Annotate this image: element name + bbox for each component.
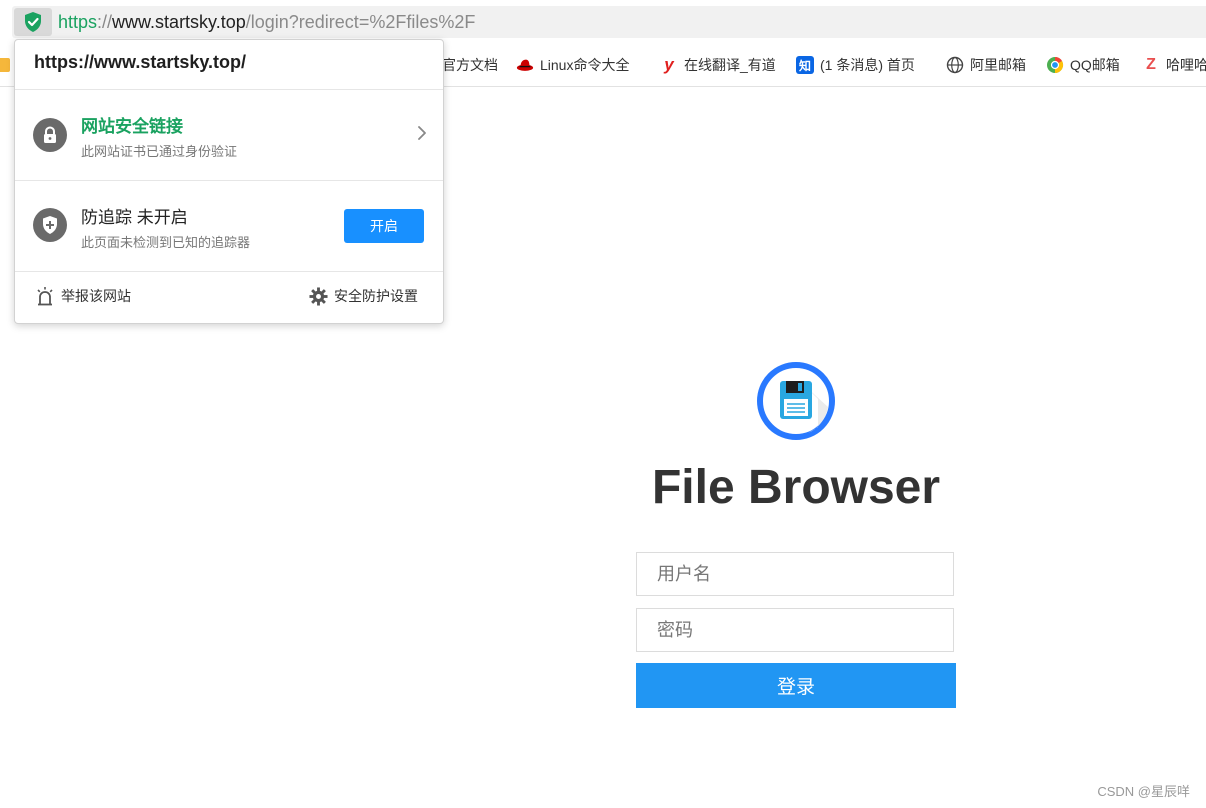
bookmark-label: 官方文档 (442, 57, 498, 73)
file-browser-logo (756, 361, 836, 441)
chevron-right-icon (418, 126, 426, 140)
alarm-icon (37, 287, 53, 306)
bookmark-label: QQ邮箱 (1070, 57, 1120, 73)
gear-icon (309, 286, 328, 306)
bookmark-item[interactable]: y 在线翻译_有道 (660, 54, 776, 76)
tracking-title: 防追踪 未开启 (81, 208, 188, 227)
bookmark-item[interactable]: 官方文档 (442, 54, 498, 76)
url-path: /login?redirect=%2Ffiles%2F (245, 12, 476, 32)
url-text[interactable]: https://www.startsky.top/login?redirect=… (58, 10, 475, 34)
folder-icon[interactable] (0, 58, 10, 72)
report-site-label: 举报该网站 (61, 288, 131, 304)
bookmark-label: 在线翻译_有道 (684, 57, 776, 73)
url-field[interactable]: https://www.startsky.top/login?redirect=… (12, 6, 1206, 38)
app-title: File Browser (651, 461, 941, 514)
shield-check-icon (25, 12, 41, 32)
site-info-popup: https://www.startsky.top/ 网站安全链接 此网站证书已通… (14, 39, 444, 324)
lock-icon (33, 118, 67, 152)
enable-tracking-protection-button[interactable]: 开启 (344, 209, 424, 243)
globe-icon (946, 56, 964, 74)
bookmark-item[interactable]: QQ邮箱 (1046, 54, 1120, 76)
popup-site-url: https://www.startsky.top/ (34, 52, 247, 72)
security-settings-link[interactable]: 安全防护设置 (309, 286, 418, 306)
bookmark-item[interactable]: 阿里邮箱 (946, 54, 1026, 76)
secure-connection-row[interactable]: 网站安全链接 此网站证书已通过身份验证 (15, 90, 443, 180)
report-site-link[interactable]: 举报该网站 (35, 286, 131, 306)
login-button[interactable]: 登录 (636, 663, 956, 708)
zeta-icon: Z (1146, 56, 1156, 73)
secure-subtitle: 此网站证书已通过身份验证 (81, 144, 238, 159)
bookmark-item[interactable]: 知 (1 条消息) 首页 (796, 54, 915, 76)
shield-plus-icon (33, 208, 67, 242)
youdao-icon: y (664, 55, 674, 74)
password-input[interactable] (636, 608, 954, 652)
floppy-disk-icon (757, 362, 835, 440)
bookmark-label: (1 条消息) 首页 (820, 57, 915, 73)
zhihu-icon: 知 (796, 56, 814, 74)
url-scheme: https (58, 12, 98, 32)
username-input[interactable] (636, 552, 954, 596)
bookmark-item[interactable]: Linux命令大全 (516, 54, 629, 76)
bookmark-label: 哈哩哈 (1166, 57, 1206, 73)
url-host: www.startsky.top (112, 12, 246, 32)
bookmark-label: Linux命令大全 (540, 57, 630, 73)
bookmark-item[interactable]: Z 哈哩哈 (1142, 54, 1206, 76)
security-settings-label: 安全防护设置 (334, 288, 418, 304)
url-separator: :// (97, 12, 113, 32)
secure-title: 网站安全链接 (81, 117, 183, 136)
watermark: CSDN @星辰咩 (1097, 784, 1190, 799)
bookmark-label: 阿里邮箱 (970, 57, 1026, 73)
tracking-subtitle: 此页面未检测到已知的追踪器 (81, 235, 251, 250)
site-security-button[interactable] (14, 8, 52, 36)
divider (15, 271, 443, 272)
redhat-icon (516, 56, 534, 74)
chrome-icon (1046, 56, 1064, 74)
address-bar: https://www.startsky.top/login?redirect=… (0, 0, 1206, 42)
